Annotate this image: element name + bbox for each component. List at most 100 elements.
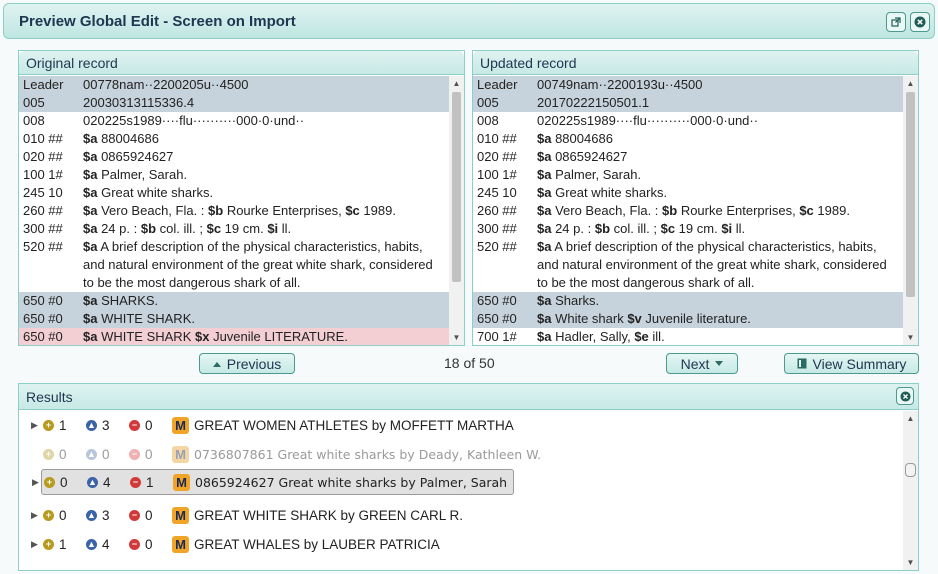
triangle-circle-icon: ▲ (86, 509, 97, 521)
record-field-row: 260 ## $a Vero Beach, Fla. : $b Rourke En… (473, 202, 903, 220)
scroll-up-icon[interactable]: ▲ (903, 411, 918, 426)
field-value: $a White shark $v Juvenile literature. (537, 310, 899, 328)
scroll-down-icon[interactable]: ▼ (449, 330, 464, 345)
minus-circle-icon: − (129, 419, 140, 431)
subfield-code: $a (537, 131, 552, 146)
scroll-down-icon[interactable]: ▼ (903, 330, 918, 345)
subfield-code: $a (537, 311, 552, 326)
subfield-text: Vero Beach, Fla. : (97, 203, 209, 218)
subfield-text: 88004686 (551, 131, 613, 146)
result-title[interactable]: 0736807861 Great white sharks by Deady, … (194, 447, 541, 462)
subfield-code: $x (194, 329, 210, 344)
expand-toggle-icon[interactable]: ▶ (31, 539, 43, 550)
count-value: 1 (59, 536, 67, 552)
result-title[interactable]: GREAT WHALES by LAUBER PATRICIA (194, 537, 440, 552)
scroll-thumb[interactable] (452, 92, 461, 282)
subfield-code: $a (83, 239, 98, 254)
popout-button[interactable] (886, 12, 906, 32)
close-icon (899, 390, 911, 402)
subfield-code: $i (267, 221, 279, 236)
field-value: $a Great white sharks. (537, 184, 899, 202)
original-record-heading: Original record (19, 51, 464, 75)
scroll-down-icon[interactable]: ▼ (903, 555, 918, 570)
expand-toggle-icon[interactable]: ▶ (31, 420, 43, 431)
minus-circle-icon: − (129, 538, 140, 550)
scroll-thumb[interactable] (906, 92, 915, 297)
expand-toggle-icon[interactable]: ▶ (31, 510, 43, 521)
count-value: 0 (102, 446, 110, 462)
original-record-scrollbar[interactable]: ▲ ▼ (449, 76, 464, 345)
next-button[interactable]: Next (666, 353, 738, 374)
field-value: 00749nam··2200193u··4500 (537, 76, 899, 94)
subfield-code: $a (537, 293, 552, 308)
record-field-row: 020 ## $a 0865924627 (473, 148, 903, 166)
subfield-code: $a (83, 293, 98, 308)
field-tag: 245 10 (477, 185, 517, 200)
record-field-row: 010 ## $a 88004686 (19, 130, 449, 148)
triangle-circle-icon: ▲ (86, 448, 97, 460)
plus-circle-count: +1 (43, 418, 86, 433)
field-value: $a 0865924627 (537, 148, 899, 166)
scroll-up-icon[interactable]: ▲ (903, 76, 918, 91)
view-summary-button[interactable]: View Summary (784, 353, 919, 374)
record-field-row: 650 #0 $a WHITE SHARK. (19, 310, 449, 328)
record-field-row: 008 020225s1989····flu··········000·0·und… (473, 112, 903, 130)
field-tag: 008 (477, 113, 499, 128)
subfield-code: $a (83, 167, 98, 182)
field-tag: 010 ## (477, 131, 517, 146)
record-field-row: 005 20030313115336.4 (19, 94, 449, 112)
minus-circle-count: −0 (129, 537, 172, 552)
results-scrollbar[interactable]: ▲ ▼ (903, 411, 918, 570)
field-tag: 300 ## (477, 221, 517, 236)
result-row[interactable]: ▶ +0 ▲ 4−1 M 0865924627 Great white sharks by… (32, 469, 515, 495)
scroll-thumb[interactable] (905, 463, 916, 477)
field-value: $a 24 p. : $b col. ill. ; $c 19 cm. $i l… (83, 220, 445, 238)
result-row[interactable]: +0 ▲ 0−0 M 0736807861 Great white sharks by … (19, 440, 541, 468)
count-value: 3 (102, 507, 110, 523)
result-title[interactable]: GREAT WOMEN ATHLETES by MOFFETT MARTHA (194, 418, 514, 433)
subfield-text: 00778nam··2200205u··4500 (83, 77, 249, 92)
field-value: $a WHITE SHARK $x Juvenile LITERATURE. (83, 328, 445, 345)
result-title[interactable]: GREAT WHITE SHARK by GREEN CARL R. (194, 508, 463, 523)
field-value: 020225s1989····flu··········000·0·und·· (537, 112, 899, 130)
result-row[interactable]: ▶ +1 ▲ 4−0 M GREAT WHALES by LAUBER PATRICIA (19, 530, 440, 558)
expand-toggle-icon[interactable]: ▶ (32, 477, 44, 488)
book-m-icon: M (172, 506, 189, 524)
plus-circle-icon: + (44, 476, 55, 488)
subfield-code: $i (721, 221, 733, 236)
subfield-code: $b (208, 203, 224, 218)
triangle-circle-count: ▲ 4 (87, 475, 130, 490)
subfield-code: $a (83, 185, 98, 200)
title-bar: Preview Global Edit - Screen on Import (3, 3, 935, 39)
record-field-row: 650 #0 $a Sharks. (473, 292, 903, 310)
book-m-icon: M (172, 445, 189, 463)
results-panel: Results ▶ +1 ▲ 3−0 M GREAT WOMEN ATHLETES by … (18, 383, 919, 571)
updated-record-scrollbar[interactable]: ▲ ▼ (903, 76, 918, 345)
record-field-row: 650 #0 $a White shark $v Juvenile literat… (473, 310, 903, 328)
close-results-button[interactable] (896, 387, 914, 405)
result-row[interactable]: ▶ +0 ▲ 3−0 M GREAT WHITE SHARK by GREEN CARL … (19, 501, 463, 529)
popout-icon (891, 17, 901, 27)
subfield-code: $c (206, 221, 222, 236)
scroll-up-icon[interactable]: ▲ (449, 76, 464, 91)
triangle-circle-count: ▲ 3 (86, 418, 129, 433)
original-record-body: Leader 00778nam··2200205u··4500 005 2003031… (19, 76, 449, 345)
subfield-text: Great white sharks. (97, 185, 214, 200)
subfield-text: ll. (732, 221, 746, 236)
caret-up-icon (212, 361, 221, 367)
result-title[interactable]: 0865924627 Great white sharks by Palmer,… (195, 475, 507, 490)
field-tag: 650 #0 (477, 311, 517, 326)
count-value: 1 (59, 417, 67, 433)
result-row[interactable]: ▶ +1 ▲ 3−0 M GREAT WOMEN ATHLETES by MOFFETT … (19, 411, 514, 439)
field-value: $a Sharks. (537, 292, 899, 310)
plus-circle-icon: + (43, 509, 54, 521)
minus-circle-count: −0 (129, 418, 172, 433)
count-value: 0 (145, 507, 153, 523)
close-window-button[interactable] (910, 12, 930, 32)
subfield-text: WHITE SHARK. (97, 311, 195, 326)
subfield-text: Rourke Enterprises, (677, 203, 800, 218)
field-value: $a 0865924627 (83, 148, 445, 166)
subfield-text: 1989. (359, 203, 396, 218)
triangle-circle-count: ▲ 3 (86, 508, 129, 523)
previous-button[interactable]: Previous (199, 353, 295, 374)
